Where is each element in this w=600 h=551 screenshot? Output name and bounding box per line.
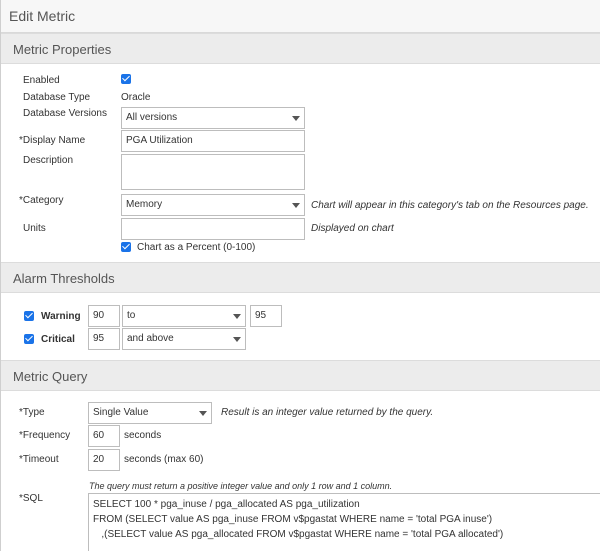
- database-type-value: Oracle: [121, 92, 151, 103]
- critical-operator-select[interactable]: and above: [122, 328, 246, 350]
- warning-value-field[interactable]: 90: [88, 305, 120, 327]
- description-label: Description: [23, 155, 74, 166]
- chevron-down-icon: [292, 116, 300, 121]
- warning-upper-field[interactable]: 95: [250, 305, 282, 327]
- warning-checkbox[interactable]: [24, 311, 34, 321]
- critical-value-field[interactable]: 95: [88, 328, 120, 350]
- warning-operator-value: to: [127, 310, 136, 321]
- enabled-checkbox[interactable]: [121, 74, 131, 84]
- display-name-label: *Display Name: [19, 135, 86, 146]
- units-help-text: Displayed on chart: [311, 223, 394, 234]
- frequency-field[interactable]: 60: [88, 425, 120, 447]
- chevron-down-icon: [233, 337, 241, 342]
- warning-operator-select[interactable]: to: [122, 305, 246, 327]
- units-label: Units: [23, 223, 46, 234]
- frequency-unit: seconds: [124, 430, 162, 441]
- sql-note: The query must return a positive integer…: [89, 481, 393, 491]
- description-field[interactable]: [121, 154, 305, 190]
- frequency-label: *Frequency: [19, 430, 71, 441]
- type-value: Single Value: [93, 407, 149, 418]
- sql-line: SELECT 100 * pga_inuse / pga_allocated A…: [93, 499, 360, 510]
- edit-metric-window: Edit Metric Metric Properties Enabled Da…: [0, 0, 600, 551]
- chevron-down-icon: [233, 314, 241, 319]
- database-versions-select[interactable]: All versions: [121, 107, 305, 129]
- database-type-label: Database Type: [23, 92, 91, 103]
- critical-checkbox[interactable]: [24, 334, 34, 344]
- type-select[interactable]: Single Value: [88, 402, 212, 424]
- sql-line: FROM (SELECT value AS pga_inuse FROM v$p…: [93, 514, 493, 525]
- category-label: *Category: [19, 195, 64, 206]
- critical-label: Critical: [41, 334, 75, 345]
- type-help-text: Result is an integer value returned by t…: [221, 407, 434, 418]
- section-header-metric-query: Metric Query: [1, 360, 600, 391]
- database-versions-label: Database Versions: [23, 108, 107, 119]
- database-versions-value: All versions: [126, 112, 178, 123]
- enabled-label: Enabled: [23, 75, 60, 86]
- chart-as-percent-label: Chart as a Percent (0-100): [137, 242, 256, 253]
- sql-line: ,(SELECT value AS pga_allocated FROM v$p…: [93, 529, 504, 540]
- display-name-field[interactable]: PGA Utilization: [121, 130, 305, 152]
- timeout-label: *Timeout: [19, 454, 59, 465]
- sql-editor[interactable]: SELECT 100 * pga_inuse / pga_allocated A…: [88, 493, 600, 551]
- timeout-field[interactable]: 20: [88, 449, 120, 471]
- section-header-metric-properties: Metric Properties: [1, 33, 600, 64]
- sql-label: *SQL: [19, 493, 43, 504]
- units-field[interactable]: [121, 218, 305, 240]
- type-label: *Type: [19, 407, 45, 418]
- section-header-alarm-thresholds: Alarm Thresholds: [1, 262, 600, 293]
- category-select[interactable]: Memory: [121, 194, 305, 216]
- timeout-unit: seconds (max 60): [124, 454, 204, 465]
- category-value: Memory: [126, 199, 163, 210]
- chevron-down-icon: [199, 411, 207, 416]
- warning-label: Warning: [41, 311, 81, 322]
- category-help-text: Chart will appear in this category's tab…: [311, 200, 589, 211]
- window-title: Edit Metric: [1, 0, 600, 33]
- chart-as-percent-checkbox[interactable]: [121, 242, 131, 252]
- chevron-down-icon: [292, 203, 300, 208]
- critical-operator-value: and above: [127, 333, 174, 344]
